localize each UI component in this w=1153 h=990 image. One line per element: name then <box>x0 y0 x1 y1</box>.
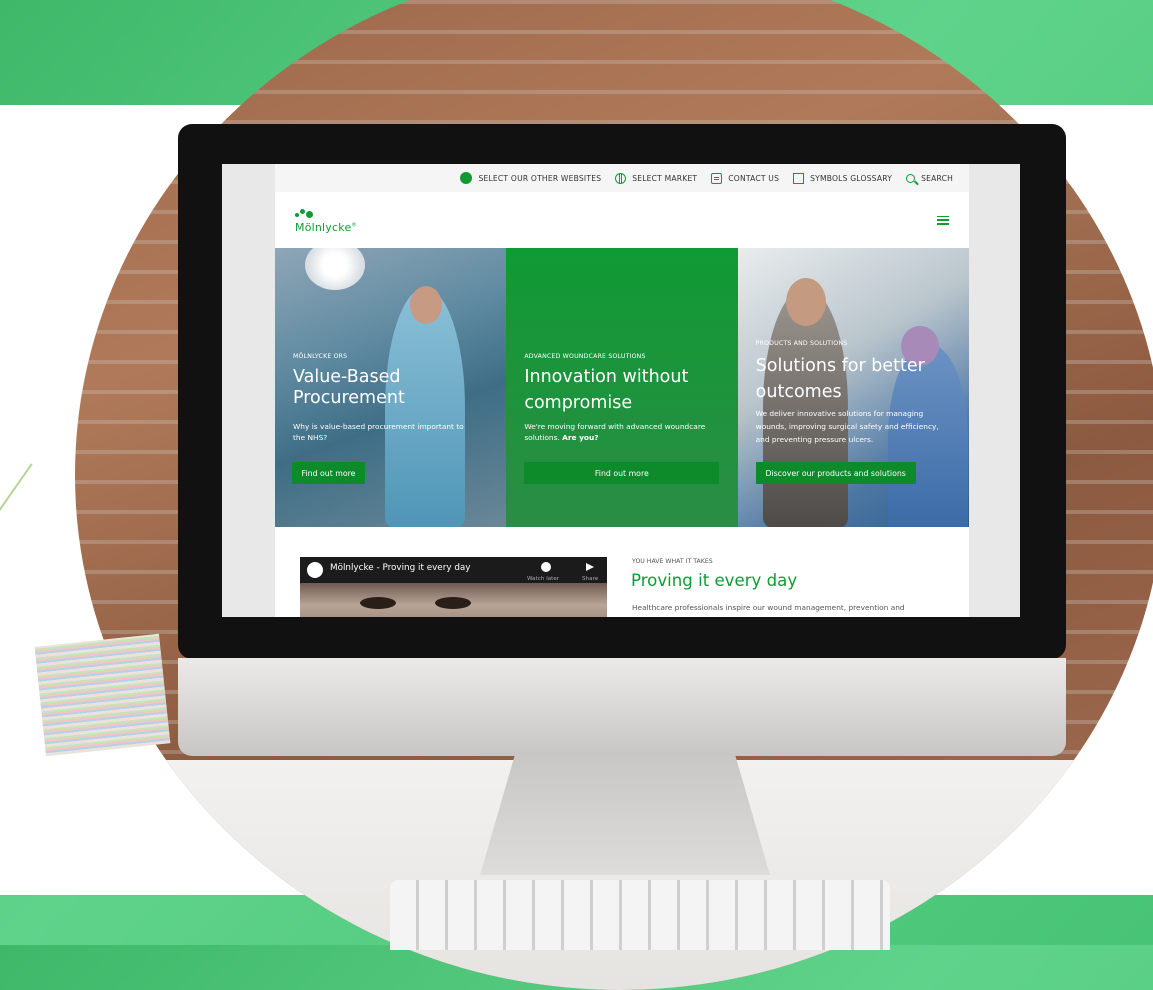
glossary-icon <box>793 172 805 184</box>
search-label: SEARCH <box>921 173 953 183</box>
molnlycke-logo[interactable]: Mölnlycke® <box>295 207 357 234</box>
panel-description-line2: solutions. <box>524 433 560 442</box>
panel-description-line1: We're moving forward with advanced wound… <box>524 422 706 431</box>
select-market-label: SELECT MARKET <box>632 173 698 183</box>
surgical-light-image <box>305 248 365 290</box>
monitor-stand <box>480 755 770 875</box>
symbols-glossary-link[interactable]: SYMBOLS GLOSSARY <box>793 172 893 184</box>
panel-title-line2: compromise <box>524 393 633 413</box>
other-websites-link[interactable]: SELECT OUR OTHER WEBSITES <box>460 172 601 184</box>
contact-us-label: CONTACT US <box>728 173 780 183</box>
panel-description-line2: wounds, improving surgical safety and ef… <box>755 422 939 431</box>
logo-text: Mölnlycke <box>295 220 352 234</box>
video-thumbnail-eye <box>360 597 396 609</box>
panel-title-line1: Innovation without <box>524 367 689 387</box>
clock-icon[interactable] <box>541 562 551 572</box>
section-title: Proving it every day <box>631 571 798 590</box>
panel-description-line1: Why is value-based procurement important… <box>293 422 464 431</box>
site-header: Mölnlycke® <box>275 192 969 249</box>
discover-products-button[interactable]: Discover our products and solutions <box>755 462 916 484</box>
panel-description-bold: Are you? <box>562 433 599 442</box>
hero-carousel: MÖLNLYCKE ORS Value-Based Procurement Wh… <box>275 248 969 527</box>
monitor-screen: SELECT OUR OTHER WEBSITES SELECT MARKET … <box>222 164 1020 617</box>
panel-description-line1: We deliver innovative solutions for mana… <box>755 409 924 418</box>
proving-section: Mölnlycke - Proving it every day Watch l… <box>275 527 969 617</box>
watch-later-label[interactable]: Watch later <box>527 576 559 582</box>
logo-registered-mark: ® <box>351 221 357 228</box>
monitor-chin <box>178 658 1066 756</box>
search-icon <box>906 173 916 183</box>
video-title[interactable]: Mölnlycke - Proving it every day <box>330 563 471 573</box>
select-market-link[interactable]: SELECT MARKET <box>615 172 698 184</box>
section-text: Healthcare professionals inspire our wou… <box>632 603 905 612</box>
panel-eyebrow: MÖLNLYCKE ORS <box>293 353 348 360</box>
green-dot-icon <box>460 172 473 184</box>
keyboard <box>390 880 890 950</box>
panel-eyebrow: PRODUCTS AND SOLUTIONS <box>755 340 848 347</box>
panel-title-line1: Solutions for better <box>755 356 925 376</box>
panel-title-line2: outcomes <box>755 382 842 402</box>
share-icon[interactable] <box>586 563 594 571</box>
video-thumbnail-eye <box>435 597 471 609</box>
hero-panel-value-based-procurement: MÖLNLYCKE ORS Value-Based Procurement Wh… <box>275 248 507 527</box>
panel-title-line1: Value-Based <box>293 367 401 387</box>
menu-icon[interactable] <box>937 215 949 225</box>
find-out-more-button[interactable]: Find out more <box>292 462 365 484</box>
symbols-glossary-label: SYMBOLS GLOSSARY <box>810 173 893 183</box>
youtube-video-embed[interactable]: Mölnlycke - Proving it every day Watch l… <box>300 557 607 617</box>
contact-us-link[interactable]: CONTACT US <box>711 172 780 184</box>
logo-mark-icon <box>295 207 317 221</box>
share-label[interactable]: Share <box>582 576 598 582</box>
chat-bubble-icon <box>711 172 723 184</box>
other-websites-label: SELECT OUR OTHER WEBSITES <box>478 173 602 183</box>
website: SELECT OUR OTHER WEBSITES SELECT MARKET … <box>275 164 969 617</box>
globe-icon <box>615 172 627 184</box>
panel-description-line2: the NHS? <box>293 433 328 442</box>
search-link[interactable]: SEARCH <box>906 173 953 183</box>
hero-panel-solutions: PRODUCTS AND SOLUTIONS Solutions for bet… <box>737 248 969 527</box>
channel-avatar-icon <box>307 562 323 578</box>
book-stack-decoration <box>34 633 171 757</box>
panel-eyebrow: ADVANCED WOUNDCARE SOLUTIONS <box>524 353 646 360</box>
utility-bar: SELECT OUR OTHER WEBSITES SELECT MARKET … <box>275 164 969 192</box>
section-eyebrow: YOU HAVE WHAT IT TAKES <box>632 558 713 565</box>
find-out-more-button[interactable]: Find out more <box>524 462 720 484</box>
hero-panel-innovation: ADVANCED WOUNDCARE SOLUTIONS Innovation … <box>506 248 738 527</box>
panel-title-line2: Procurement <box>293 388 405 408</box>
panel-description-line3: and preventing pressure ulcers. <box>755 435 874 444</box>
